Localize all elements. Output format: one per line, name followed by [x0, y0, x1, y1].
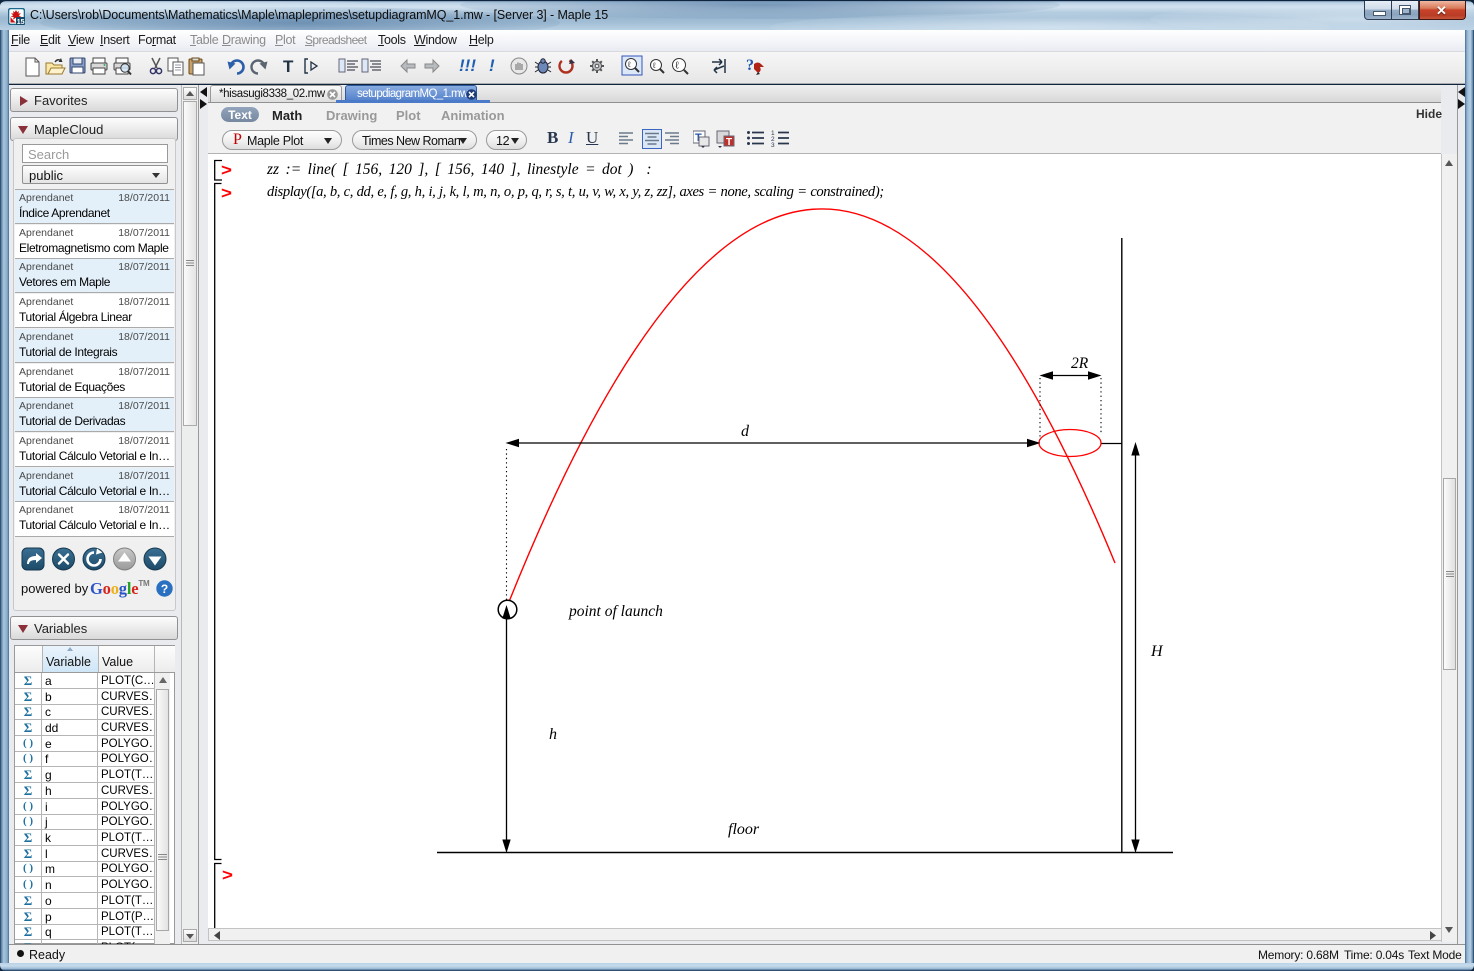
svg-text:T: T: [283, 57, 294, 76]
svg-text:ℓ: ℓ: [652, 61, 656, 70]
svg-text:3: 3: [771, 142, 775, 147]
svg-text:h: h: [549, 726, 557, 743]
svg-text:H: H: [1150, 643, 1164, 660]
svg-text:ℓ: ℓ: [627, 60, 631, 69]
svg-text:2R: 2R: [1071, 355, 1089, 372]
svg-text:T: T: [726, 137, 732, 148]
svg-text:?: ?: [161, 582, 168, 596]
svg-text:!!!: !!!: [459, 56, 476, 75]
svg-text:?: ?: [746, 57, 754, 74]
svg-text:15: 15: [17, 19, 25, 25]
svg-text:d: d: [741, 423, 750, 440]
svg-text:point of launch: point of launch: [568, 603, 663, 620]
svg-text:!: !: [489, 56, 495, 75]
svg-text:floor: floor: [728, 821, 760, 838]
